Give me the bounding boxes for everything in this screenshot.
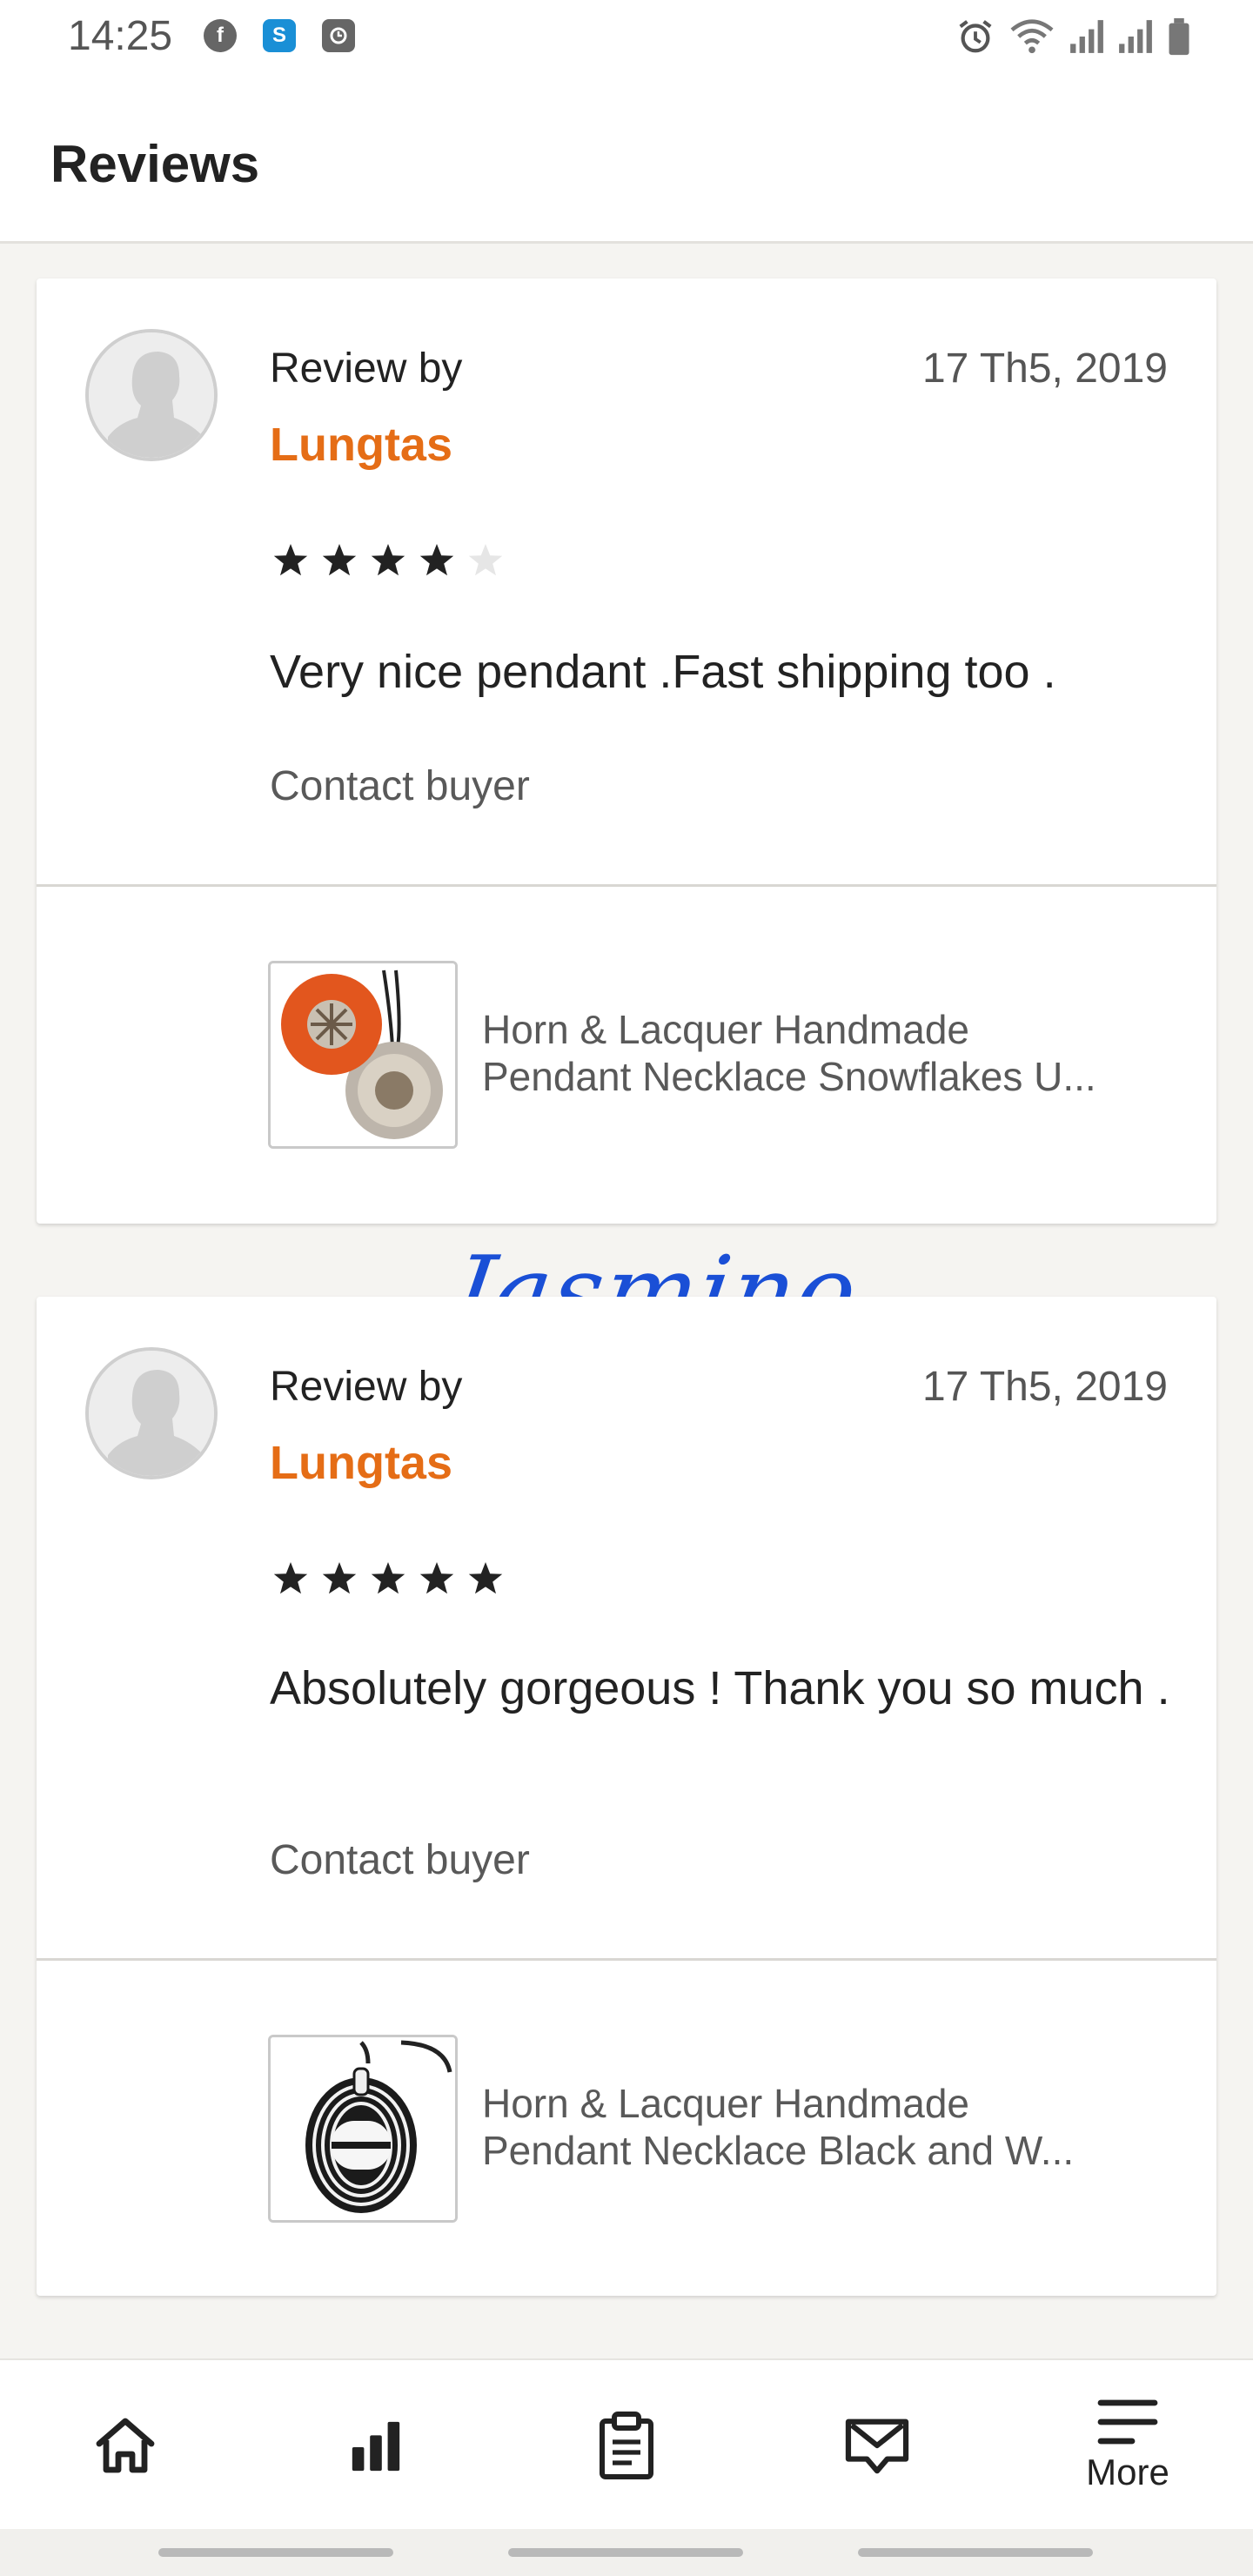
contact-buyer-link[interactable]: Contact buyer [270, 762, 530, 810]
app-header: Reviews [0, 73, 1253, 244]
star-rating [270, 1558, 506, 1600]
star-filled-icon [322, 1562, 357, 1594]
battery-icon [1169, 17, 1189, 56]
stats-icon [352, 2421, 400, 2472]
system-status-icons [955, 16, 1192, 57]
star-filled-icon [468, 1562, 503, 1594]
review-date: 17 Th5, 2019 [921, 1364, 1168, 1410]
listing-title-link[interactable]: Horn & Lacquer Handmade Pendant Necklace… [482, 1006, 1178, 1100]
nav-more[interactable]: More [1002, 2360, 1253, 2531]
star-filled-icon [419, 544, 454, 576]
star-filled-icon [322, 544, 357, 576]
gesture-pill[interactable] [508, 2548, 743, 2557]
status-time: 14:25 [68, 13, 173, 59]
star-rating [270, 540, 506, 581]
menu-icon [1097, 2399, 1158, 2445]
review-card: Review by Lungtas 17 Th5, 2019 Very nice… [37, 278, 1216, 1224]
star-empty-icon [468, 544, 503, 576]
star-filled-icon [371, 1562, 405, 1594]
home-icon [96, 2418, 155, 2473]
star-filled-icon [371, 544, 405, 576]
review-card: Review by Lungtas 17 Th5, 2019 Absolutel… [37, 1297, 1216, 2296]
nav-messages[interactable] [752, 2360, 1002, 2531]
listing-title-line: Pendant Necklace Black and W... [482, 2128, 1075, 2173]
listing-thumbnail[interactable] [268, 961, 458, 1149]
review-by-label: Review by [270, 1364, 463, 1410]
divider [37, 884, 1216, 887]
divider [37, 1958, 1216, 1961]
orders-clipboard-icon [600, 2412, 653, 2479]
listing-title-line: Pendant Necklace Snowflakes U... [482, 1054, 1096, 1099]
review-text: Absolutely gorgeous ! Thank you so much … [270, 1662, 1170, 1714]
nav-home[interactable] [0, 2360, 251, 2531]
skype-icon: S [263, 19, 296, 52]
nav-stats[interactable] [251, 2360, 501, 2531]
page-title: Reviews [50, 135, 260, 193]
signal-icon [1119, 20, 1152, 53]
facebook-icon: f [204, 19, 237, 52]
alarm-icon [959, 20, 992, 53]
star-filled-icon [273, 1562, 308, 1594]
nav-orders[interactable] [501, 2360, 752, 2531]
nav-more-label: More [1086, 2452, 1169, 2492]
status-bar: 14:25 f S [0, 0, 1253, 73]
listing-thumbnail[interactable] [268, 2035, 458, 2223]
wifi-icon [1010, 19, 1054, 54]
clock-app-icon [322, 19, 355, 52]
review-date: 17 Th5, 2019 [921, 345, 1168, 392]
bottom-navigation: More [0, 2358, 1253, 2529]
default-avatar-icon [89, 332, 214, 458]
gesture-pill[interactable] [858, 2548, 1093, 2557]
system-gesture-bar [0, 2529, 1253, 2576]
star-filled-icon [419, 1562, 454, 1594]
contact-buyer-link[interactable]: Contact buyer [270, 1836, 530, 1884]
default-avatar-icon [89, 1351, 214, 1476]
review-text: Very nice pendant .Fast shipping too . [270, 646, 1056, 698]
messages-icon [845, 2418, 909, 2474]
listing-title-line: Horn & Lacquer Handmade [482, 1007, 969, 1052]
reviewer-name-link[interactable]: Lungtas [270, 1436, 452, 1490]
signal-icon [1070, 20, 1103, 53]
gesture-pill[interactable] [158, 2548, 393, 2557]
reviewer-name-link[interactable]: Lungtas [270, 418, 452, 472]
review-by-label: Review by [270, 345, 463, 392]
star-filled-icon [273, 544, 308, 576]
avatar [85, 329, 218, 461]
avatar [85, 1347, 218, 1479]
listing-title-line: Horn & Lacquer Handmade [482, 2081, 969, 2126]
listing-title-link[interactable]: Horn & Lacquer Handmade Pendant Necklace… [482, 2080, 1178, 2174]
